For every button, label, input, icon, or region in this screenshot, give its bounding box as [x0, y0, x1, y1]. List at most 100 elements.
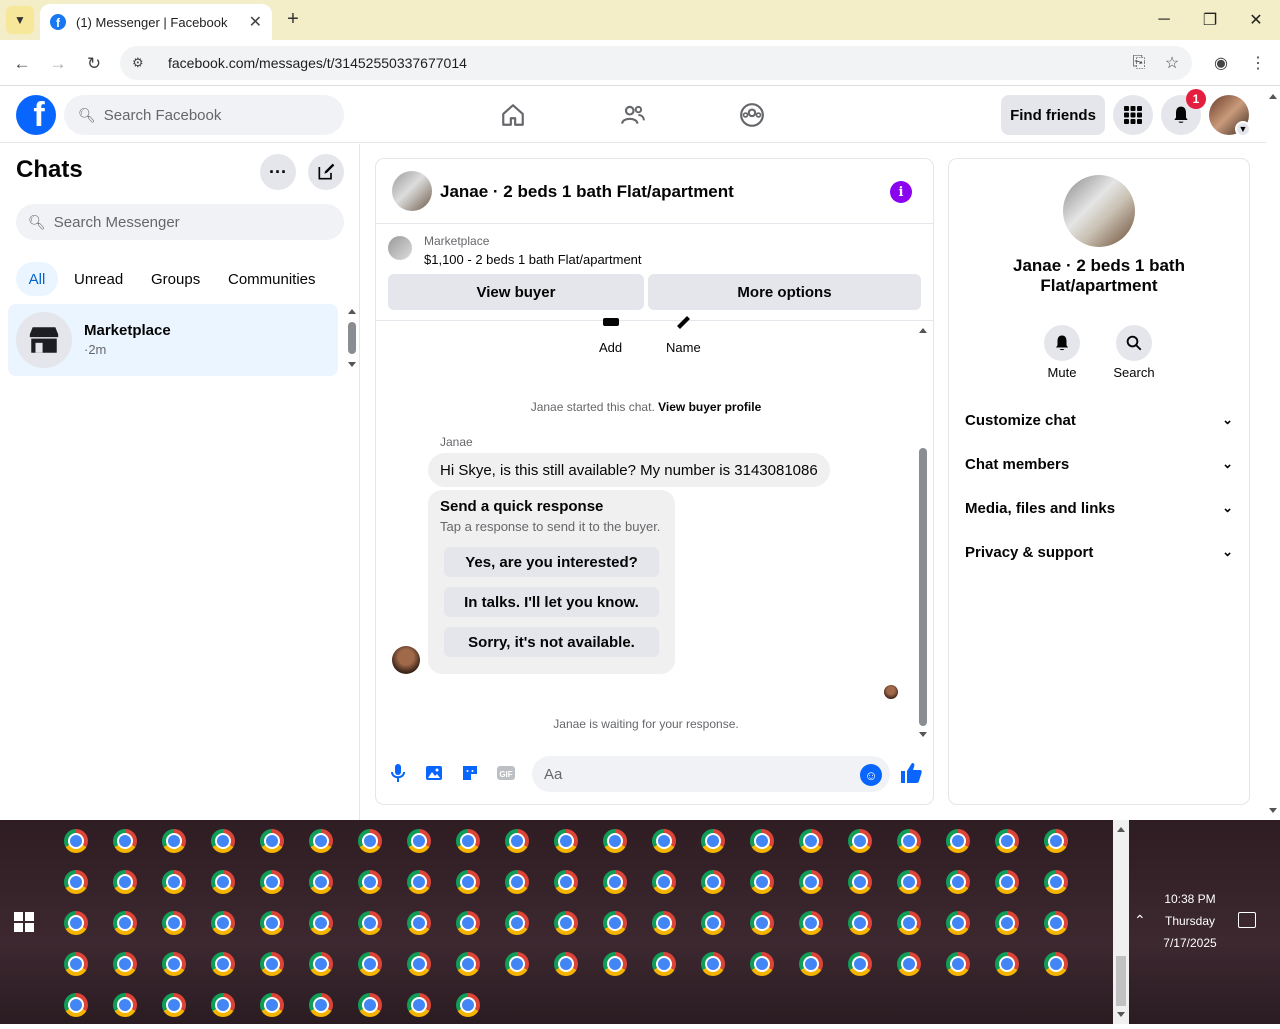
- chrome-taskbar-icon[interactable]: [407, 829, 431, 853]
- chrome-taskbar-icon[interactable]: [407, 993, 431, 1017]
- quick-response-button[interactable]: In talks. I'll let you know.: [444, 587, 659, 617]
- chrome-taskbar-icon[interactable]: [652, 870, 676, 894]
- facebook-search-input[interactable]: 🔍︎ Search Facebook: [64, 95, 344, 135]
- find-friends-button[interactable]: Find friends: [1001, 95, 1105, 135]
- quick-response-button[interactable]: Yes, are you interested?: [444, 547, 659, 577]
- chrome-taskbar-icon[interactable]: [848, 952, 872, 976]
- chrome-taskbar-icon[interactable]: [162, 952, 186, 976]
- chrome-taskbar-icon[interactable]: [211, 952, 235, 976]
- restore-button[interactable]: ❐: [1198, 8, 1222, 32]
- profile-icon[interactable]: ◉: [1210, 52, 1232, 74]
- filter-unread[interactable]: Unread: [64, 262, 133, 296]
- customize-chat-row[interactable]: Customize chat ⌄: [965, 400, 1233, 440]
- browser-tab[interactable]: f (1) Messenger | Facebook ✕: [40, 4, 272, 40]
- chrome-taskbar-icon[interactable]: [211, 911, 235, 935]
- chrome-taskbar-icon[interactable]: [701, 870, 725, 894]
- more-options-icon[interactable]: ···: [260, 154, 296, 190]
- conversation-title[interactable]: Janae · 2 beds 1 bath Flat/apartment: [440, 182, 734, 202]
- chrome-taskbar-icon[interactable]: [652, 952, 676, 976]
- clock-day[interactable]: Thursday: [1150, 914, 1230, 928]
- chrome-taskbar-icon[interactable]: [211, 829, 235, 853]
- url-bar[interactable]: ⚙ facebook.com/messages/t/31452550337677…: [120, 46, 1192, 80]
- chrome-taskbar-icon[interactable]: [995, 870, 1019, 894]
- chrome-taskbar-icon[interactable]: [750, 829, 774, 853]
- chrome-taskbar-icon[interactable]: [64, 870, 88, 894]
- chrome-taskbar-icon[interactable]: [701, 829, 725, 853]
- chrome-taskbar-icon[interactable]: [799, 829, 823, 853]
- chrome-taskbar-icon[interactable]: [358, 829, 382, 853]
- chrome-taskbar-icon[interactable]: [554, 829, 578, 853]
- chrome-taskbar-icon[interactable]: [113, 870, 137, 894]
- site-info-icon[interactable]: ⚙: [132, 55, 152, 71]
- chrome-taskbar-icon[interactable]: [260, 911, 284, 935]
- view-buyer-profile-link[interactable]: View buyer profile: [658, 400, 761, 414]
- chrome-taskbar-icon[interactable]: [162, 993, 186, 1017]
- close-window-button[interactable]: ✕: [1244, 8, 1268, 32]
- chrome-taskbar-icon[interactable]: [946, 911, 970, 935]
- clock-time[interactable]: 10:38 PM: [1150, 892, 1230, 906]
- install-app-icon[interactable]: ⎘: [1128, 52, 1150, 74]
- emoji-icon[interactable]: ☺: [860, 764, 882, 786]
- close-tab-icon[interactable]: ✕: [249, 12, 262, 32]
- browser-menu-icon[interactable]: ⋮: [1247, 52, 1269, 74]
- more-options-button[interactable]: More options: [648, 274, 921, 310]
- chrome-taskbar-icon[interactable]: [1044, 829, 1068, 853]
- chrome-taskbar-icon[interactable]: [358, 870, 382, 894]
- chrome-taskbar-icon[interactable]: [554, 911, 578, 935]
- sidebar-scrollbar[interactable]: [346, 306, 358, 372]
- quick-response-button[interactable]: Sorry, it's not available.: [444, 627, 659, 657]
- chrome-taskbar-icon[interactable]: [456, 911, 480, 935]
- messenger-search-input[interactable]: 🔍︎ Search Messenger: [16, 204, 344, 240]
- chrome-taskbar-icon[interactable]: [358, 911, 382, 935]
- chrome-taskbar-icon[interactable]: [211, 870, 235, 894]
- chrome-taskbar-icon[interactable]: [897, 911, 921, 935]
- mute-bell-icon[interactable]: [1044, 325, 1080, 361]
- listing-profile-photo[interactable]: [1063, 175, 1135, 247]
- chrome-taskbar-icon[interactable]: [456, 829, 480, 853]
- chrome-taskbar-icon[interactable]: [995, 829, 1019, 853]
- bookmark-star-icon[interactable]: ☆: [1161, 52, 1183, 74]
- menu-grid-icon[interactable]: [1113, 95, 1153, 135]
- facebook-logo[interactable]: f: [16, 95, 56, 135]
- action-center-icon[interactable]: [1238, 912, 1256, 928]
- view-buyer-button[interactable]: View buyer: [388, 274, 644, 310]
- chrome-taskbar-icon[interactable]: [946, 952, 970, 976]
- chrome-taskbar-icon[interactable]: [309, 829, 333, 853]
- chrome-taskbar-icon[interactable]: [309, 993, 333, 1017]
- chrome-taskbar-icon[interactable]: [799, 952, 823, 976]
- chrome-taskbar-icon[interactable]: [64, 829, 88, 853]
- back-button[interactable]: ←: [10, 52, 34, 76]
- chrome-taskbar-icon[interactable]: [309, 911, 333, 935]
- chrome-taskbar-icon[interactable]: [946, 870, 970, 894]
- chrome-taskbar-icon[interactable]: [113, 829, 137, 853]
- clock-date[interactable]: 7/17/2025: [1150, 936, 1230, 950]
- sticker-icon[interactable]: [459, 762, 481, 784]
- chrome-taskbar-icon[interactable]: [799, 870, 823, 894]
- home-icon[interactable]: [496, 98, 530, 132]
- chrome-taskbar-icon[interactable]: [456, 993, 480, 1017]
- page-scrollbar[interactable]: [1266, 87, 1280, 820]
- chrome-taskbar-icon[interactable]: [211, 993, 235, 1017]
- filter-groups[interactable]: Groups: [141, 262, 210, 296]
- chrome-taskbar-icon[interactable]: [897, 829, 921, 853]
- chrome-taskbar-icon[interactable]: [505, 952, 529, 976]
- photo-icon[interactable]: [423, 762, 445, 784]
- chrome-taskbar-icon[interactable]: [995, 911, 1019, 935]
- privacy-support-row[interactable]: Privacy & support ⌄: [965, 532, 1233, 572]
- media-files-links-row[interactable]: Media, files and links ⌄: [965, 488, 1233, 528]
- chrome-taskbar-icon[interactable]: [113, 911, 137, 935]
- chrome-taskbar-icon[interactable]: [162, 870, 186, 894]
- chrome-taskbar-icon[interactable]: [897, 952, 921, 976]
- chrome-taskbar-icon[interactable]: [64, 993, 88, 1017]
- chrome-taskbar-icon[interactable]: [603, 829, 627, 853]
- chrome-taskbar-icon[interactable]: [750, 952, 774, 976]
- chrome-taskbar-icon[interactable]: [309, 952, 333, 976]
- chrome-taskbar-icon[interactable]: [505, 911, 529, 935]
- chrome-taskbar-icon[interactable]: [309, 870, 333, 894]
- tab-search-button[interactable]: ▼: [6, 6, 34, 34]
- reload-button[interactable]: ↻: [82, 52, 106, 76]
- search-icon[interactable]: [1116, 325, 1152, 361]
- chrome-taskbar-icon[interactable]: [260, 993, 284, 1017]
- chrome-taskbar-icon[interactable]: [162, 829, 186, 853]
- gif-icon[interactable]: GIF: [495, 762, 517, 784]
